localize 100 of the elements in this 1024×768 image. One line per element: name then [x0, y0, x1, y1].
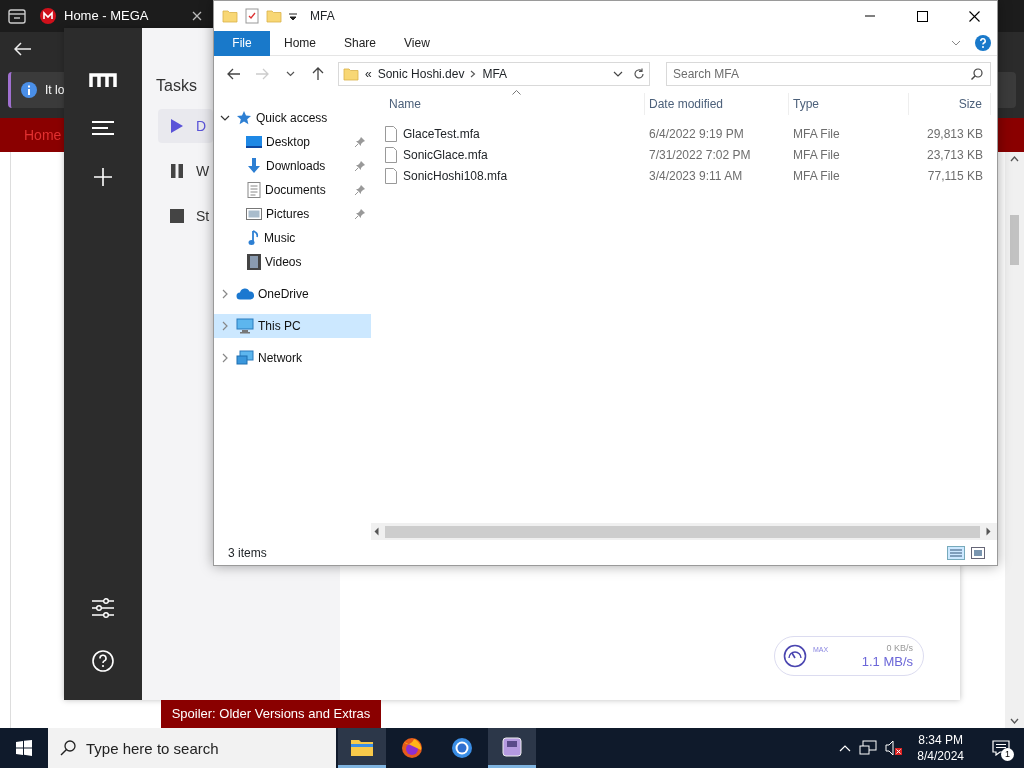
menu-icon[interactable]	[92, 120, 114, 136]
info-message: It lo	[45, 82, 65, 99]
scrollbar-thumb[interactable]	[1010, 215, 1019, 265]
column-header[interactable]: Name	[385, 93, 645, 115]
chevron-icon	[470, 70, 477, 78]
nav-item[interactable]: Videos	[214, 250, 371, 274]
windows-icon	[16, 740, 32, 756]
expand-icon[interactable]	[222, 321, 228, 331]
download-icon	[246, 158, 262, 174]
expand-icon[interactable]	[222, 289, 228, 299]
show-hidden-icons-icon[interactable]	[839, 744, 852, 752]
date-cell-text: 7/31/2022 7:02 PM	[648, 146, 752, 164]
scroll-left-icon[interactable]	[374, 527, 379, 536]
file-name[interactable]: SonicGlace.mfa	[403, 145, 488, 164]
play-icon	[170, 118, 184, 134]
size-cell-text: 77,115 KB	[926, 167, 984, 185]
computer-icon	[236, 318, 254, 334]
expand-icon[interactable]	[222, 353, 228, 363]
nav-item[interactable]: Documents	[214, 178, 371, 202]
desktop-icon	[246, 135, 262, 149]
upload-speed: 0 KB/s	[885, 642, 913, 654]
nav-item[interactable]: Quick access	[214, 106, 371, 130]
type-cell-text: MFA File	[792, 125, 841, 143]
settings-icon[interactable]	[92, 598, 114, 618]
large-icons-view-icon[interactable]	[971, 546, 985, 559]
ribbon-tab[interactable]: Home	[270, 30, 330, 56]
file-name[interactable]: GlaceTest.mfa	[403, 124, 480, 143]
breadcrumb-overflow[interactable]: «	[365, 65, 372, 83]
up-icon	[312, 67, 324, 81]
forward-icon	[255, 68, 269, 80]
date-cell-text: 3/4/2023 9:11 AM	[648, 167, 744, 185]
task-item[interactable]: St	[158, 199, 213, 233]
dropdown-icon[interactable]	[288, 11, 298, 21]
help-icon[interactable]	[92, 650, 114, 672]
breadcrumb-item[interactable]: Sonic Hoshi.dev	[377, 65, 465, 83]
back-icon[interactable]	[14, 42, 32, 56]
clock-time[interactable]: 8:34 PM	[917, 731, 964, 748]
browser-icon	[400, 736, 424, 760]
task-item[interactable]: D	[158, 109, 213, 143]
column-header[interactable]: Type	[789, 93, 909, 115]
nav-item[interactable]: This PC	[214, 314, 371, 338]
properties-icon[interactable]	[244, 8, 260, 24]
search-field[interactable]: Search MFA	[666, 62, 991, 86]
sort-ascending-icon[interactable]	[512, 90, 521, 95]
scroll-down-icon[interactable]	[1010, 718, 1019, 724]
clock-date[interactable]: 8/4/2024	[917, 748, 964, 765]
address-bar[interactable]: « Sonic Hoshi.dev MFA	[338, 62, 650, 86]
nav-item[interactable]: Music	[214, 226, 371, 250]
taskbar-app[interactable]	[488, 728, 536, 768]
panel-title: Tasks	[156, 76, 198, 96]
close-icon[interactable]	[192, 11, 202, 21]
item-count: 3 items	[228, 544, 267, 562]
column-header[interactable]: Size	[909, 93, 991, 115]
picture-icon	[246, 207, 262, 221]
browser-icon	[450, 736, 474, 760]
notifications-button[interactable]: 1	[978, 728, 1024, 768]
taskbar-search-field[interactable]: Type here to search	[48, 728, 336, 768]
notification-badge: 1	[1001, 748, 1014, 761]
details-view-icon[interactable]	[947, 545, 965, 560]
notification-icon	[992, 740, 1010, 756]
window-title: MFA	[310, 8, 335, 25]
type-cell-text: MFA File	[792, 167, 841, 185]
cloud-icon	[236, 288, 254, 300]
search-icon	[60, 740, 76, 756]
back-icon	[227, 68, 241, 80]
dropdown-icon[interactable]	[613, 71, 623, 77]
nav-item[interactable]: Desktop	[214, 130, 371, 154]
tab-actions-icon[interactable]	[8, 8, 26, 24]
collapse-icon[interactable]	[220, 115, 230, 121]
browser-tab[interactable]: Home - MEGA	[32, 0, 210, 32]
nav-item[interactable]: OneDrive	[214, 282, 371, 306]
column-header[interactable]: Date modified	[645, 93, 789, 115]
network-icon[interactable]	[859, 740, 878, 756]
mega-logo-icon	[40, 8, 56, 24]
task-item[interactable]: W	[158, 154, 213, 188]
nav-item[interactable]: Pictures	[214, 202, 371, 226]
info-icon	[21, 82, 37, 98]
ribbon-tab[interactable]: File	[214, 30, 270, 56]
taskbar-app[interactable]	[338, 728, 386, 768]
scroll-right-icon[interactable]	[986, 527, 991, 536]
document-icon	[247, 182, 261, 198]
maximize-icon	[916, 10, 928, 22]
spoiler-button[interactable]: Spoiler: Older Versions and Extras	[161, 700, 381, 728]
ribbon-tab[interactable]: Share	[330, 30, 391, 56]
type-cell-text: MFA File	[792, 146, 841, 164]
size-cell-text: 29,813 KB	[925, 125, 984, 143]
muted-volume-icon[interactable]	[885, 740, 904, 756]
film-icon	[247, 254, 261, 270]
file-name[interactable]: SonicHoshi108.mfa	[403, 166, 508, 185]
nav-item[interactable]: Network	[214, 346, 371, 370]
scroll-up-icon[interactable]	[1010, 156, 1019, 162]
mega-logo-icon[interactable]	[89, 72, 117, 88]
ribbon-tab[interactable]: View	[390, 30, 444, 56]
close-icon	[968, 10, 980, 22]
scrollbar-thumb[interactable]	[385, 525, 980, 538]
expand-ribbon-icon[interactable]	[951, 40, 961, 46]
plus-icon[interactable]	[94, 168, 112, 186]
refresh-icon[interactable]	[633, 68, 645, 80]
nav-item[interactable]: Downloads	[214, 154, 371, 178]
breadcrumb-item[interactable]: MFA	[482, 65, 508, 83]
